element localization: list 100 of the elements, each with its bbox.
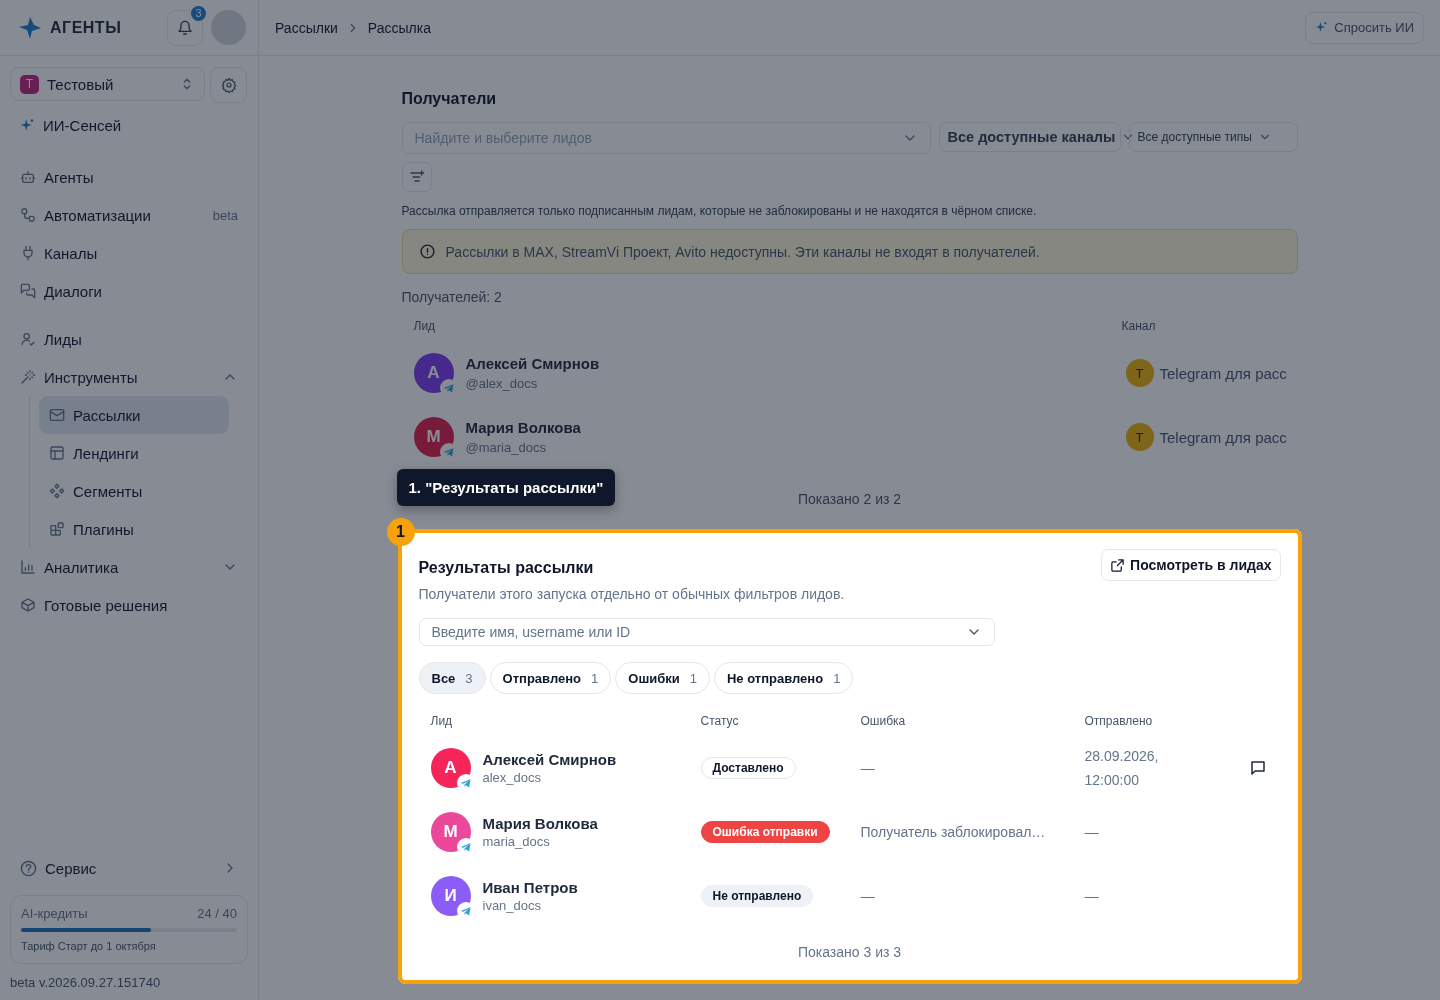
result-search-field[interactable]: Введите имя, username или ID [418,618,995,646]
nav-item[interactable]: Сегменты [39,472,229,510]
status-badge: Ошибка отправки [700,821,830,843]
logo-text: АГЕНТЫ [50,18,122,37]
nav-icon [20,597,36,613]
column-header: Ошибка [860,714,907,728]
nav-item[interactable]: Рассылки [39,396,229,434]
nav-icon [49,445,65,461]
credits-value: 24 / 40 [197,906,237,921]
alert-icon [418,243,436,260]
nav-icon [20,369,36,385]
breadcrumb[interactable]: Рассылки [275,19,338,36]
ask-ai-button[interactable]: Спросить ИИ [1305,11,1424,44]
nav-icon [20,559,36,575]
help-icon [20,859,37,877]
notification-count: 3 [191,5,206,21]
settings-icon [220,77,237,93]
lead-username: @maria_docs [465,440,547,455]
lead-name: Алексей Смирнов [482,751,617,768]
service-item[interactable]: Сервис [0,849,258,887]
lead-avatar: А [430,748,471,788]
nav-icon [20,283,36,299]
lead-username: alex_docs [482,770,543,785]
sparkle-icon [20,118,35,133]
section-title: Получатели [401,90,498,108]
lead-username: maria_docs [482,834,551,849]
filter-tab[interactable]: Ошибки 1 [615,662,710,694]
nav-item[interactable]: Лиды [0,320,258,358]
lead-name: Мария Волкова [465,419,582,436]
nav-item[interactable]: Автоматизации beta [0,196,258,234]
ai-item[interactable]: ИИ-Сенсей [20,117,238,134]
external-link-icon [1110,557,1126,573]
message-icon [1248,759,1267,777]
lead-name: Мария Волкова [482,815,598,832]
nav-icon [20,207,36,223]
channel-name: Telegram для расс [1159,428,1287,446]
workspace-avatar: Т [20,74,39,94]
error-text: — [860,888,876,904]
sent-time: 28.09.2026, 12:00:00 [1084,747,1160,790]
version-text: beta v.2026.09.27.151740 [9,974,162,992]
notifications-button[interactable]: 3 [167,9,203,46]
filter-tab[interactable]: Не отправлено 1 [713,662,854,694]
filter-button[interactable] [401,162,432,192]
card-subtitle: Получатели этого запуска отдельно от обычных фильтров лидов. [418,586,846,602]
nav-icon [49,521,65,537]
nav-item[interactable]: Диалоги [0,272,258,310]
filter-icon [408,169,425,185]
lead-username: ivan_docs [482,898,543,913]
lead-name: Иван Петров [482,879,578,896]
channel-name: Telegram для расс [1159,364,1287,382]
nav-icon [20,169,36,185]
plan-note: Тариф Старт до 1 октября [21,940,157,952]
logo-icon [18,15,42,40]
nav-item[interactable]: Готовые решения [0,586,258,624]
nav-item[interactable]: Плагины [39,510,229,548]
column-header: Канал [1121,319,1157,333]
lead-avatar: М [430,812,471,852]
bell-icon [177,19,193,36]
nav-icon [49,407,65,423]
nav-icon [20,245,36,261]
recipient-count: Получателей: 2 [401,289,503,305]
lead-avatar: И [430,876,471,916]
card-title: Результаты рассылки [418,559,595,577]
sent-time: — [1084,887,1100,906]
channel-avatar: Т [1125,359,1154,387]
breadcrumb: Рассылка [367,19,431,36]
workspace-select[interactable]: Т Тестовый [10,67,205,101]
filter-tab[interactable]: Отправлено 1 [489,662,612,694]
column-header: Статус [700,714,740,728]
sparkle-icon [1315,21,1329,34]
beta-label: beta [212,207,238,223]
shown-count: Показано 2 из 2 [796,491,903,507]
lead-avatar: А [413,353,454,393]
error-text: Получатель заблокировал… [860,824,1047,840]
type-filter[interactable]: Все доступные типы [1128,122,1298,152]
nav-item[interactable]: Лендинги [39,434,229,472]
nav-item[interactable]: Агенты [0,158,258,196]
tour-tooltip: 1. "Результаты рассылки" [396,469,616,506]
step-marker: 1 [386,518,415,546]
nav-item[interactable]: Каналы [0,234,258,272]
column-header: Лид [413,319,437,333]
status-badge: Не отправлено [700,885,814,907]
channel-avatar: Т [1125,423,1154,451]
error-text: — [860,760,876,776]
credits-label: AI-кредиты [21,906,88,921]
nav-group[interactable]: Инструменты [0,358,258,396]
column-header: Отправлено [1084,714,1154,728]
sent-time: — [1084,823,1100,842]
nav-icon [49,483,65,499]
nav-icon [20,331,36,347]
lead-name: Алексей Смирнов [465,355,601,372]
settings-button[interactable] [210,67,247,103]
filter-tab[interactable]: Все 3 [418,662,486,694]
warning-text: Рассылки в MAX, StreamVi Проект, Avito недоступны. Эти каналы не входят в получателей. [445,243,1040,260]
lead-avatar: М [413,417,454,457]
view-in-leads-button[interactable]: Посмотреть в лидах [1101,549,1281,581]
shown-count: Показано 3 из 3 [796,944,903,960]
column-header: Лид [430,714,454,728]
nav-group[interactable]: Аналитика [0,548,258,586]
lead-username: @alex_docs [465,376,539,391]
